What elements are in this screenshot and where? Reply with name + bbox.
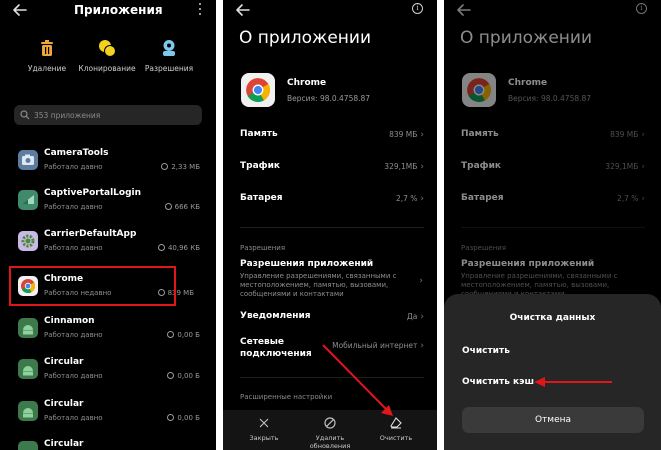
android-icon [18,359,38,379]
app-status: Работало давно [44,414,103,422]
app-size: 0,00 Б [167,414,200,422]
app-name: Circular [44,357,84,367]
app-status: Работало давно [44,331,103,339]
app-name: Circular [44,439,84,449]
android-icon [18,401,38,421]
apps-list-screen: Приложения Удаление Клонирование Разреше… [0,0,216,450]
clock-icon [167,331,175,338]
camera-tools-icon [18,150,38,170]
app-status: Работало давно [44,163,103,171]
app-status: Работало давно [44,203,103,211]
clear-data-screen: i О приложении Chrome Версия: 98.0.4758.… [444,0,661,450]
clock-icon [167,414,175,421]
clone-icon [97,38,117,58]
more-vert-icon[interactable] [198,3,202,17]
list-item[interactable]: Circular Работало давно 0,00 Б [14,354,204,390]
app-info-screen: i О приложении Chrome Версия: 98.0.4758.… [223,0,437,450]
clone-action[interactable]: Клонирование [72,38,142,73]
back-arrow-icon[interactable] [12,2,28,18]
list-item[interactable]: CarrierDefaultApp Работало давно 40,96 К… [14,226,204,262]
permissions-icon [159,38,179,58]
gear-icon [18,231,38,251]
app-name: CarrierDefaultApp [44,229,137,239]
chrome-highlight-box [9,266,176,306]
app-name: Circular [44,399,84,409]
permissions-action[interactable]: Разрешения [134,38,204,73]
search-bar[interactable] [14,105,202,125]
list-item[interactable]: Cinnamon Работало давно 0,00 Б [14,313,204,349]
app-size: 40,96 КБ [157,244,200,252]
list-item[interactable]: Circular Работало давно 0,00 Б [14,396,204,432]
clock-icon [161,163,169,170]
action-label: Разрешения [144,64,194,73]
page-title: Приложения [74,3,163,17]
red-arrow-annotation [534,377,612,387]
list-item[interactable]: CameraTools Работало давно 2,33 МБ [14,145,204,181]
list-item[interactable]: CaptivePortalLogin Работало давно 666 КБ [14,185,204,221]
app-name: CameraTools [44,148,109,158]
trash-icon [37,38,57,58]
search-input[interactable] [34,105,194,125]
clock-icon [157,244,165,251]
app-name: Cinnamon [44,316,95,326]
red-arrow-annotation [322,344,393,416]
android-icon [18,318,38,338]
app-size: 2,33 МБ [161,163,200,171]
action-label: Клонирование [78,64,136,73]
header: Приложения [0,0,216,22]
captive-portal-icon [18,190,38,210]
app-size: 0,00 Б [167,372,200,380]
android-icon [18,441,38,450]
app-name: CaptivePortalLogin [44,188,142,198]
app-status: Работало давно [44,244,103,252]
search-icon [20,110,30,120]
app-status: Работало давно [44,372,103,380]
app-size: 666 КБ [164,203,200,211]
clock-icon [167,372,175,379]
app-size: 0,00 Б [167,331,200,339]
list-item[interactable]: Circular [14,436,204,450]
clock-icon [164,203,172,210]
